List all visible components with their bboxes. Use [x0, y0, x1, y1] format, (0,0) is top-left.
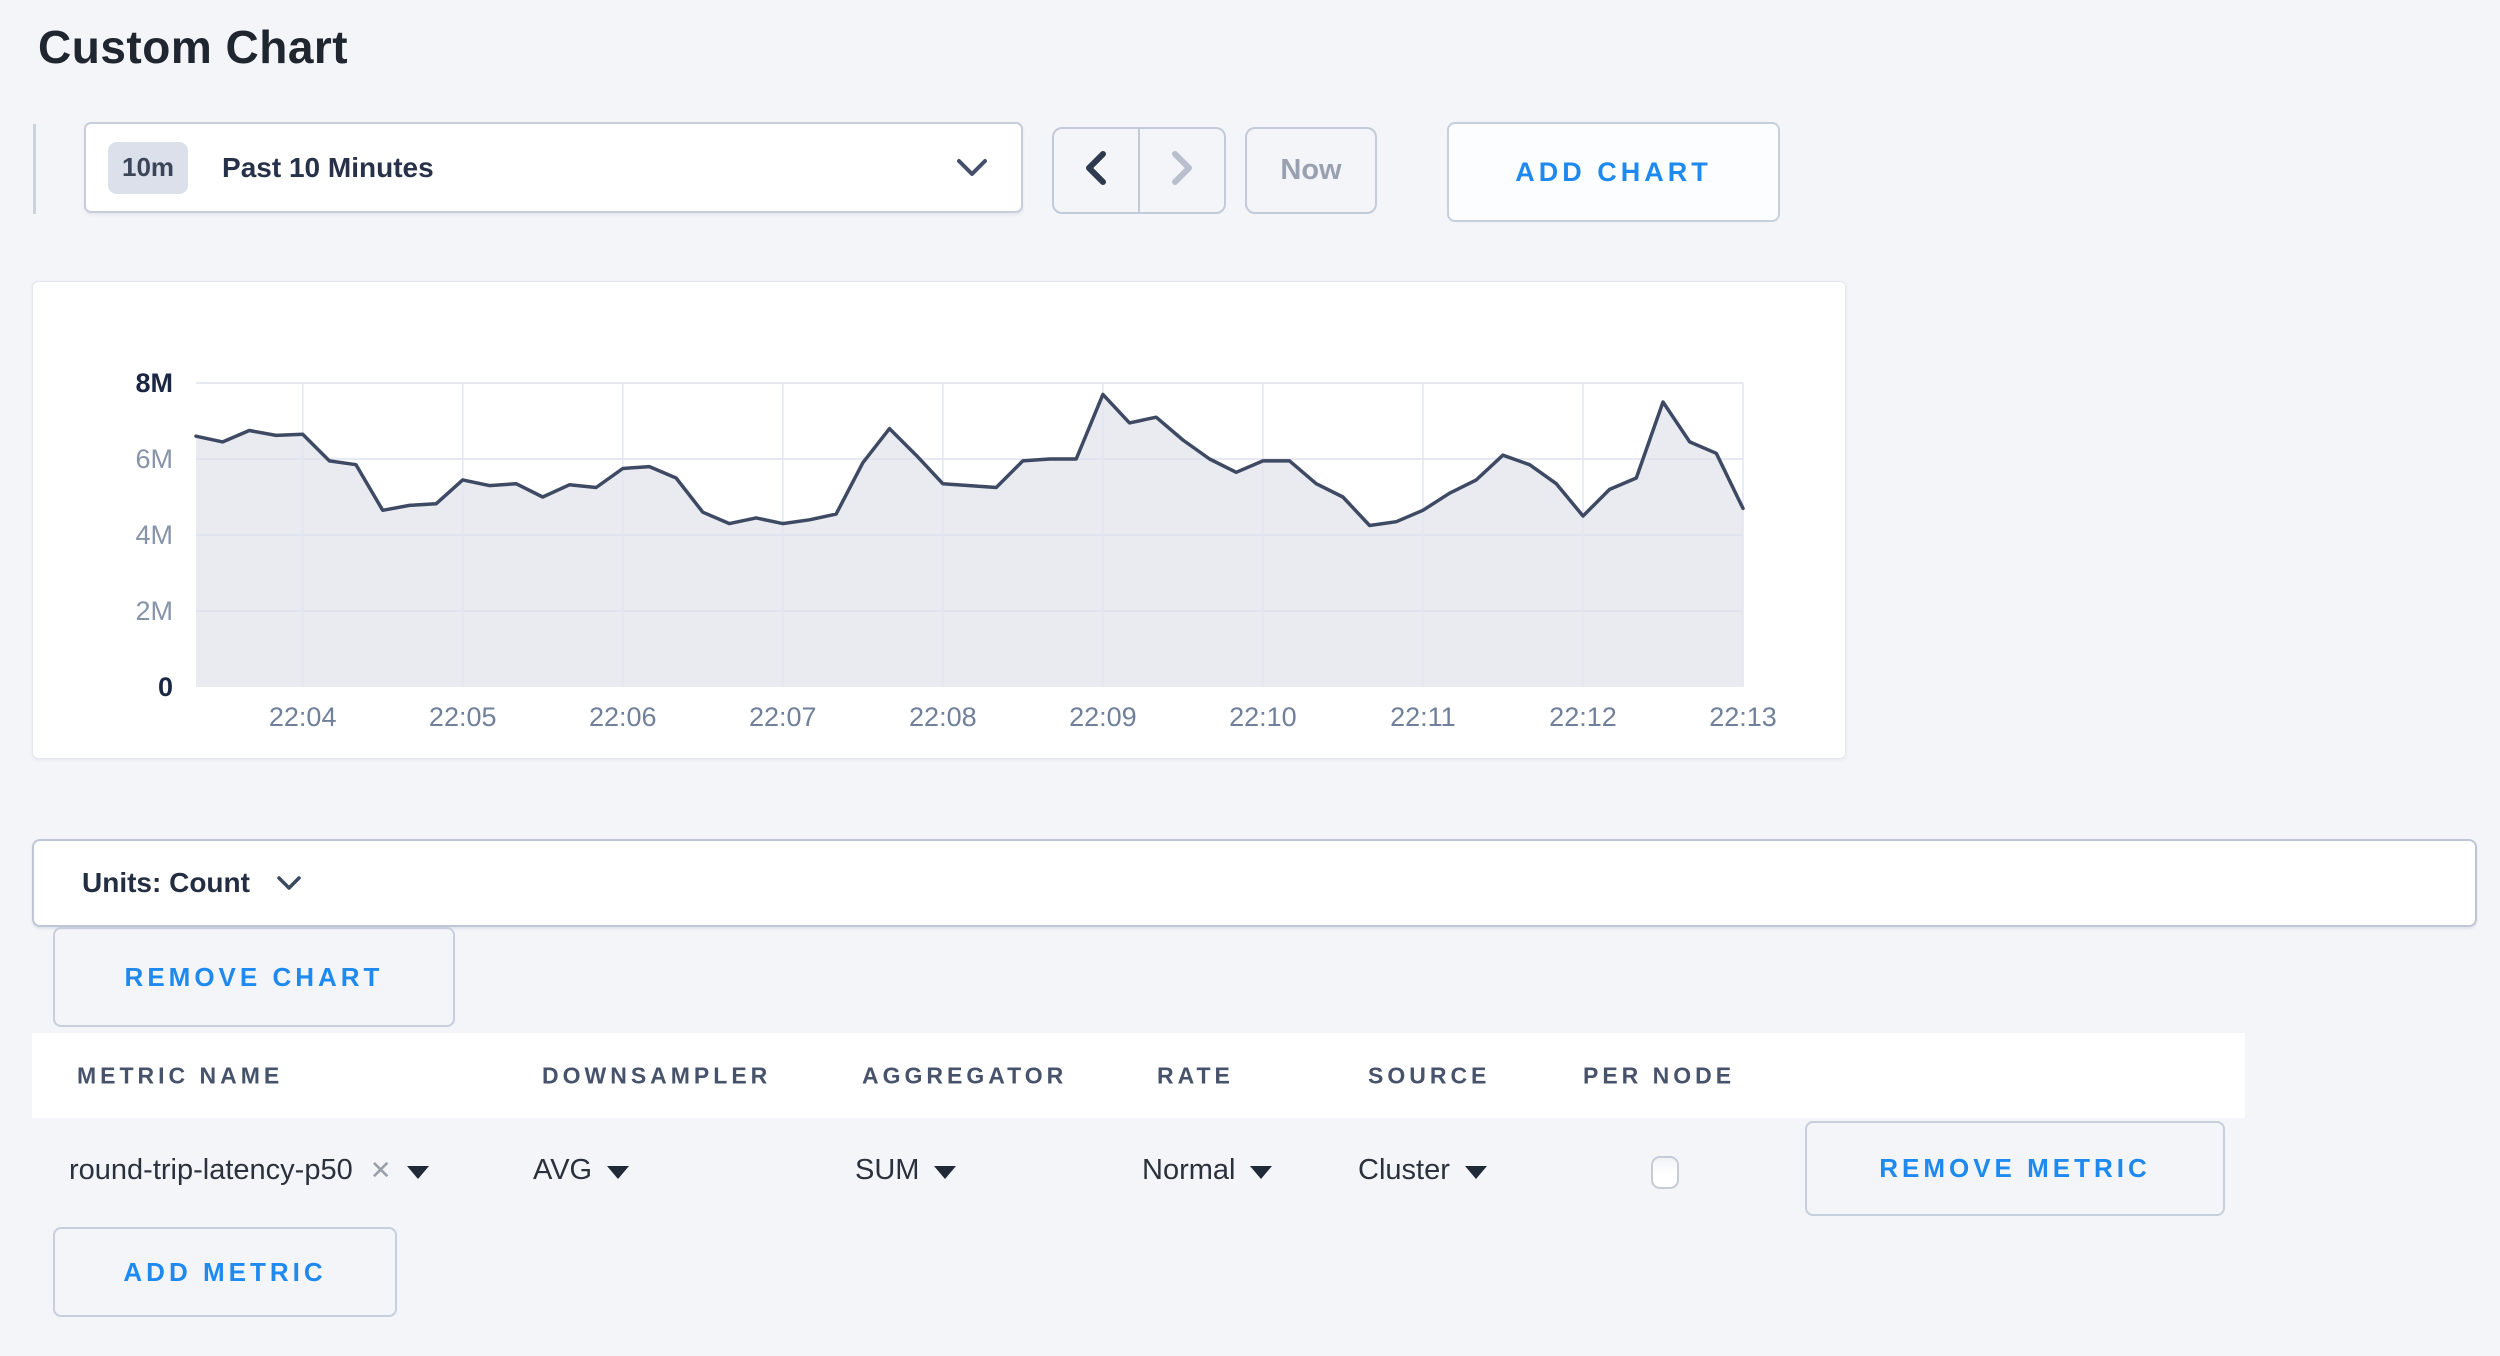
col-header-source: SOURCE: [1368, 1062, 1490, 1089]
aggregator-select[interactable]: SUM: [855, 1140, 956, 1200]
svg-text:22:09: 22:09: [1069, 702, 1137, 732]
chevron-down-icon: [955, 158, 989, 178]
timeseries-svg: 22:04 22:05 22:06 22:07 22:08 22:09 22:10 22:11…: [33, 282, 1847, 760]
metrics-table-header: METRIC NAME DOWNSAMPLER AGGREGATOR RATE …: [32, 1033, 2245, 1118]
caret-down-icon: [1250, 1166, 1272, 1179]
caret-down-icon: [407, 1166, 429, 1179]
rate-value: Normal: [1142, 1154, 1235, 1187]
next-time-button[interactable]: [1140, 129, 1224, 212]
prev-time-button[interactable]: [1054, 129, 1140, 212]
now-button[interactable]: Now: [1245, 127, 1377, 214]
remove-metric-button[interactable]: REMOVE METRIC: [1805, 1121, 2225, 1216]
svg-text:22:10: 22:10: [1229, 702, 1297, 732]
units-label: Units: Count: [82, 867, 250, 899]
toolbar-left-rule: [33, 124, 36, 214]
svg-text:4M: 4M: [135, 520, 173, 550]
svg-text:22:07: 22:07: [749, 702, 817, 732]
svg-text:22:13: 22:13: [1709, 702, 1777, 732]
time-nav-group: [1052, 127, 1226, 214]
downsampler-select[interactable]: AVG: [533, 1140, 629, 1200]
units-dropdown[interactable]: Units: Count: [32, 839, 2477, 927]
svg-text:22:04: 22:04: [269, 702, 337, 732]
downsampler-value: AVG: [533, 1154, 592, 1187]
source-value: Cluster: [1358, 1154, 1450, 1187]
metric-name-value: round-trip-latency-p50: [69, 1154, 353, 1187]
caret-down-icon: [1465, 1166, 1487, 1179]
chevron-right-icon: [1166, 148, 1198, 193]
caret-down-icon: [934, 1166, 956, 1179]
time-range-dropdown[interactable]: 10m Past 10 Minutes: [84, 122, 1023, 213]
svg-text:8M: 8M: [135, 368, 173, 398]
metric-name-select[interactable]: round-trip-latency-p50 ✕: [69, 1140, 429, 1200]
col-header-downsampler: DOWNSAMPLER: [542, 1062, 771, 1089]
svg-text:22:05: 22:05: [429, 702, 497, 732]
page-title: Custom Chart: [38, 20, 348, 74]
svg-text:22:06: 22:06: [589, 702, 657, 732]
col-header-aggregator: AGGREGATOR: [862, 1062, 1067, 1089]
col-header-rate: RATE: [1157, 1062, 1234, 1089]
svg-text:2M: 2M: [135, 596, 173, 626]
caret-down-icon: [607, 1166, 629, 1179]
svg-text:22:08: 22:08: [909, 702, 977, 732]
add-chart-button[interactable]: ADD CHART: [1447, 122, 1780, 222]
source-select[interactable]: Cluster: [1358, 1140, 1487, 1200]
col-header-per-node: PER NODE: [1583, 1062, 1735, 1089]
svg-text:6M: 6M: [135, 444, 173, 474]
per-node-checkbox[interactable]: [1651, 1156, 1679, 1189]
svg-text:22:12: 22:12: [1549, 702, 1617, 732]
custom-chart-page: Custom Chart 10m Past 10 Minutes Now ADD…: [0, 0, 2500, 1356]
svg-text:0: 0: [158, 672, 173, 702]
remove-chart-button[interactable]: REMOVE CHART: [53, 927, 455, 1027]
time-range-label: Past 10 Minutes: [222, 152, 434, 184]
rate-select[interactable]: Normal: [1142, 1140, 1272, 1200]
add-metric-button[interactable]: ADD METRIC: [53, 1227, 397, 1317]
svg-text:22:11: 22:11: [1390, 702, 1456, 732]
timeseries-chart-card: 22:04 22:05 22:06 22:07 22:08 22:09 22:10 22:11…: [32, 281, 1846, 759]
aggregator-value: SUM: [855, 1154, 919, 1187]
time-range-badge: 10m: [108, 142, 188, 194]
chevron-down-icon: [276, 875, 302, 891]
chevron-left-icon: [1080, 148, 1112, 193]
col-header-metric-name: METRIC NAME: [77, 1062, 283, 1089]
clear-metric-icon[interactable]: ✕: [370, 1155, 392, 1186]
